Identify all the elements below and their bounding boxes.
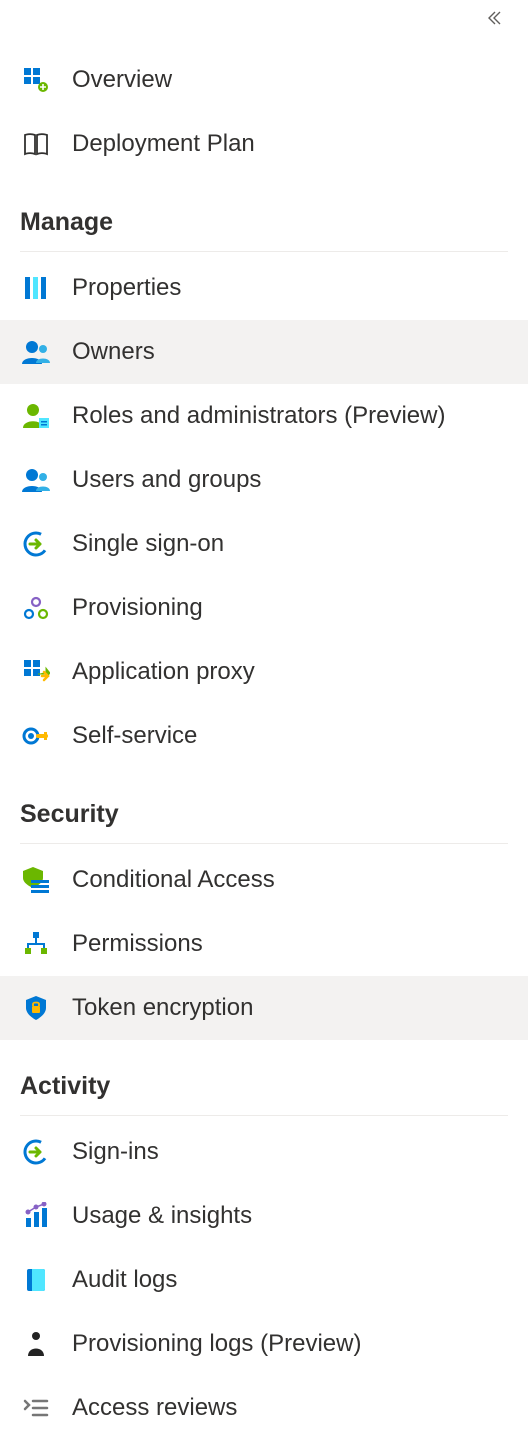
nav-item-usage-insights[interactable]: Usage & insights	[0, 1184, 528, 1248]
nav-item-label: Users and groups	[72, 466, 261, 494]
divider	[20, 843, 508, 844]
nav-item-label: Provisioning	[72, 594, 203, 622]
nav-item-sign-ins[interactable]: Sign-ins	[0, 1120, 528, 1184]
nav-item-label: Audit logs	[72, 1266, 177, 1294]
self-service-icon	[20, 720, 52, 752]
nav-item-owners[interactable]: Owners	[0, 320, 528, 384]
nav-item-label: Properties	[72, 274, 181, 302]
nav-item-label: Access reviews	[72, 1394, 237, 1422]
roles-icon	[20, 400, 52, 432]
nav-item-app-proxy[interactable]: Application proxy	[0, 640, 528, 704]
section-title-activity: Activity	[0, 1040, 528, 1111]
permissions-icon	[20, 928, 52, 960]
nav-item-permissions[interactable]: Permissions	[0, 912, 528, 976]
nav-item-properties[interactable]: Properties	[0, 256, 528, 320]
section-title-manage: Manage	[0, 176, 528, 247]
nav-item-overview[interactable]: Overview	[0, 48, 528, 112]
nav-item-label: Token encryption	[72, 994, 253, 1022]
nav-item-label: Conditional Access	[72, 866, 275, 894]
nav-item-label: Deployment Plan	[72, 130, 255, 158]
nav-item-conditional-access[interactable]: Conditional Access	[0, 848, 528, 912]
divider	[20, 1115, 508, 1116]
section-title-security: Security	[0, 768, 528, 839]
nav-item-label: Permissions	[72, 930, 203, 958]
nav-item-provisioning[interactable]: Provisioning	[0, 576, 528, 640]
nav-item-label: Owners	[72, 338, 155, 366]
owners-icon	[20, 336, 52, 368]
nav-item-label: Overview	[72, 66, 172, 94]
provisioning-logs-icon	[20, 1328, 52, 1360]
nav-item-self-service[interactable]: Self-service	[0, 704, 528, 768]
nav-item-label: Self-service	[72, 722, 197, 750]
sidebar-nav: Overview Deployment Plan Manage Properti…	[0, 0, 528, 1440]
book-icon	[20, 128, 52, 160]
users-groups-icon	[20, 464, 52, 496]
nav-item-label: Provisioning logs (Preview)	[72, 1330, 361, 1358]
nav-item-sso[interactable]: Single sign-on	[0, 512, 528, 576]
properties-icon	[20, 272, 52, 304]
divider	[20, 251, 508, 252]
usage-insights-icon	[20, 1200, 52, 1232]
conditional-access-icon	[20, 864, 52, 896]
nav-item-token-encryption[interactable]: Token encryption	[0, 976, 528, 1040]
collapse-sidebar-button[interactable]	[484, 8, 504, 28]
sso-icon	[20, 528, 52, 560]
access-reviews-icon	[20, 1392, 52, 1424]
nav-item-label: Usage & insights	[72, 1202, 252, 1230]
nav-item-audit-logs[interactable]: Audit logs	[0, 1248, 528, 1312]
nav-item-label: Application proxy	[72, 658, 255, 686]
nav-item-roles-admins[interactable]: Roles and administrators (Preview)	[0, 384, 528, 448]
nav-item-label: Single sign-on	[72, 530, 224, 558]
nav-item-provisioning-logs[interactable]: Provisioning logs (Preview)	[0, 1312, 528, 1376]
app-proxy-icon	[20, 656, 52, 688]
nav-item-access-reviews[interactable]: Access reviews	[0, 1376, 528, 1440]
nav-item-users-groups[interactable]: Users and groups	[0, 448, 528, 512]
nav-item-label: Sign-ins	[72, 1138, 159, 1166]
token-encryption-icon	[20, 992, 52, 1024]
audit-logs-icon	[20, 1264, 52, 1296]
nav-item-label: Roles and administrators (Preview)	[72, 402, 445, 430]
sign-ins-icon	[20, 1136, 52, 1168]
overview-icon	[20, 64, 52, 96]
nav-item-deployment-plan[interactable]: Deployment Plan	[0, 112, 528, 176]
provisioning-icon	[20, 592, 52, 624]
